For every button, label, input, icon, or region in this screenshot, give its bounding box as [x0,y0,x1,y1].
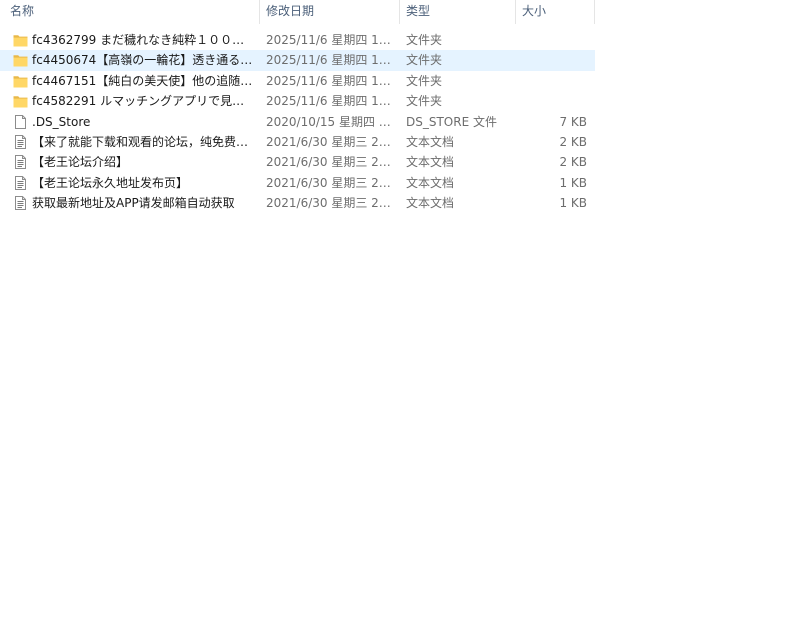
modified-date: 2025/11/6 星期四 15:... [266,94,396,109]
modified-date: 2025/11/6 星期四 15:... [266,33,396,47]
file-name: 获取最新地址及APP请发邮箱自动获取 [32,196,235,211]
file-name: fc4450674【高嶺の一輪花】透き通る瞳... [32,53,254,68]
modified-date: 2020/10/15 星期四 2... [266,114,396,129]
file-name: .DS_Store [32,114,91,129]
file-type: 文本文档 [406,155,455,170]
file-size [520,50,587,70]
column-header-date[interactable]: 修改日期 [260,0,399,24]
file-type: 文件夹 [406,33,443,47]
file-row[interactable]: .DS_Store 2020/10/15 星期四 2... DS_STORE 文件 7… [0,112,595,132]
file-explorer-pane: ^ 名称 修改日期 类型 大小 fc4362799 まだ穢れなき純粋１００％..… [0,0,800,623]
modified-date: 2021/6/30 星期三 22:... [266,196,396,211]
file-size: 2 KB [559,155,587,170]
text-document-icon [13,134,28,149]
column-header-type[interactable]: 类型 [400,0,515,24]
file-row[interactable]: 【老王论坛介绍】 2021/6/30 星期三 22:... 文本文档 2 KB [0,152,595,172]
modified-date: 2025/11/6 星期四 15:... [266,53,396,68]
modified-date: 2021/6/30 星期三 22:... [266,155,396,170]
file-type: 文本文档 [406,134,455,149]
file-size [520,71,587,91]
text-document-icon [13,175,28,190]
file-size [520,91,587,111]
modified-date: 2021/6/30 星期三 22:... [266,134,396,149]
file-row[interactable]: fc4467151【純白の美天使】他の追随を... 2025/11/6 星期四 1… [0,71,595,91]
file-type: 文本文档 [406,175,455,190]
file-name: fc4467151【純白の美天使】他の追随を... [32,73,254,88]
file-row[interactable]: 【来了就能下载和观看的论坛，纯免费！... 2021/6/30 星期三 22:..… [0,132,595,152]
file-name: 【来了就能下载和观看的论坛，纯免费！... [32,134,254,149]
file-icon [13,114,28,129]
file-name: fc4582291 ルマッチングアプリで見つ... [32,94,254,109]
file-row[interactable]: fc4362799 まだ穢れなき純粋１００％... 2025/11/6 星期四 1… [0,30,595,50]
file-list: fc4362799 まだ穢れなき純粋１００％... 2025/11/6 星期四 1… [0,30,595,214]
file-row[interactable]: 【老王论坛永久地址发布页】 2021/6/30 星期三 22:... 文本文档 1 K… [0,173,595,193]
file-size: 1 KB [559,175,587,190]
folder-icon [13,94,28,108]
file-row[interactable]: fc4582291 ルマッチングアプリで見つ... 2025/11/6 星期四 1… [0,91,595,111]
file-type: 文本文档 [406,196,455,211]
text-document-icon [13,196,28,211]
file-type: 文件夹 [406,53,443,68]
column-divider[interactable] [594,0,595,24]
modified-date: 2021/6/30 星期三 22:... [266,175,396,190]
modified-date: 2025/11/6 星期四 15:... [266,73,396,88]
folder-icon [13,74,28,88]
folder-icon [13,33,28,47]
file-row[interactable]: 获取最新地址及APP请发邮箱自动获取 2021/6/30 星期三 22:... 文本… [0,193,595,213]
text-document-icon [13,155,28,170]
file-name: fc4362799 まだ穢れなき純粋１００％... [32,33,254,47]
file-type: 文件夹 [406,94,443,109]
file-size: 2 KB [559,134,587,149]
column-header-bar: ^ 名称 修改日期 类型 大小 [0,0,595,24]
column-header-size[interactable]: 大小 [516,0,594,24]
file-size: 7 KB [559,114,587,129]
file-name: 【老王论坛介绍】 [32,155,129,170]
file-type: DS_STORE 文件 [406,114,497,129]
file-type: 文件夹 [406,73,443,88]
column-header-name[interactable]: 名称 [4,0,259,24]
file-size: 1 KB [559,196,587,211]
folder-icon [13,53,28,67]
file-name: 【老王论坛永久地址发布页】 [32,175,189,190]
file-size [520,30,587,50]
file-row[interactable]: fc4450674【高嶺の一輪花】透き通る瞳... 2025/11/6 星期四 1… [0,50,595,71]
